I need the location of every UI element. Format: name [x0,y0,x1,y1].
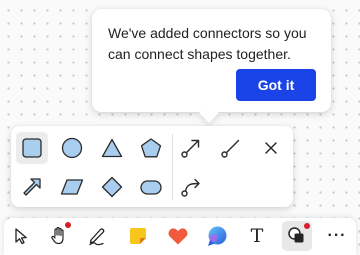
select-icon [15,228,27,245]
straight-connector-button[interactable] [175,132,207,164]
diamond-icon [101,176,123,198]
hand-notification-dot [65,222,71,228]
pentagon-icon [140,138,162,158]
select-tool-button[interactable] [6,221,36,251]
comment-icon [208,226,227,246]
shapes-tool-button[interactable] [282,221,312,251]
circle-shape-button[interactable] [56,132,88,164]
hand-tool-button[interactable] [44,221,74,251]
triangle-shape-button[interactable] [96,132,128,164]
diamond-shape-button[interactable] [96,171,128,203]
parallelogram-shape-button[interactable] [56,171,88,203]
rectangle-shape-button[interactable] [16,132,48,164]
more-icon: ··· [327,227,347,244]
line-connector-icon [221,139,240,158]
more-options-button[interactable]: ··· [322,221,352,251]
text-icon: T [250,224,264,247]
rectangle-icon [22,138,42,158]
arrow-icon [23,178,41,196]
circle-icon [61,137,83,159]
connectors-tooltip: We've added connectors so you can connec… [92,9,331,112]
shapes-icon [288,227,304,243]
tooltip-message: We've added connectors so you can connec… [108,25,307,62]
curved-connector-button[interactable] [175,171,207,203]
pen-icon [89,228,105,246]
picker-divider [172,134,173,200]
triangle-icon [101,138,123,158]
pentagon-shape-button[interactable] [135,132,167,164]
reaction-tool-button[interactable] [163,221,193,251]
curved-connector-icon [181,178,200,197]
rounded-rectangle-shape-button[interactable] [135,171,167,203]
shape-picker [11,126,293,207]
arrow-shape-button[interactable] [16,171,48,203]
line-connector-button[interactable] [215,132,247,164]
text-tool-button[interactable]: T [242,221,272,251]
bottom-toolbar: T ··· [4,218,356,255]
straight-connector-icon [181,139,200,158]
sticky-note-tool-button[interactable] [123,221,153,251]
sticky-note-icon [130,228,146,244]
hand-icon [51,226,64,245]
close-icon [265,142,277,154]
reaction-icon [168,228,188,245]
parallelogram-icon [60,179,84,195]
pen-tool-button[interactable] [82,221,112,251]
close-picker-button[interactable] [255,132,287,164]
comment-tool-button[interactable] [202,221,232,251]
got-it-button[interactable]: Got it [236,69,316,101]
rounded-rectangle-icon [140,180,162,195]
shapes-notification-dot [304,223,310,229]
